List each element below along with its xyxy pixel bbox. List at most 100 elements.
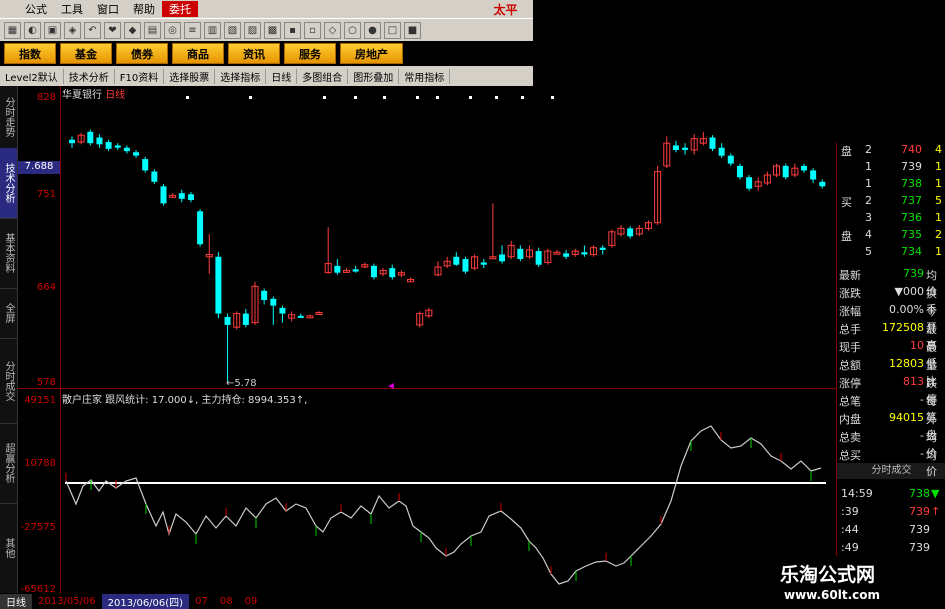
candle-body — [105, 142, 112, 149]
tick-price: 738 — [909, 487, 930, 500]
left-tab[interactable]: 分时成交 — [0, 338, 17, 424]
toolbar-icon[interactable]: ▧ — [224, 21, 241, 39]
nav-button[interactable]: 基金 — [60, 43, 112, 64]
candle-body — [819, 181, 826, 187]
event-marker — [249, 96, 252, 99]
nav-button[interactable]: 商品 — [172, 43, 224, 64]
tick-price: 739 — [909, 523, 930, 536]
toolbar-icon[interactable]: ◆ — [124, 21, 141, 39]
func-item[interactable]: F10资料 — [115, 68, 165, 84]
event-marker — [469, 96, 472, 99]
stat-key: 内盘 — [839, 413, 861, 426]
toolbar-icon[interactable]: ◎ — [164, 21, 181, 39]
nav-button[interactable]: 债券 — [116, 43, 168, 64]
candle-body — [96, 137, 103, 145]
func-item[interactable]: 选择股票 — [164, 68, 216, 84]
toolbar-icon[interactable]: ◐ — [24, 21, 41, 39]
book-volume: 5 — [935, 194, 942, 207]
left-tab[interactable]: 超赢分析 — [0, 423, 17, 504]
left-tab[interactable]: 基本资料 — [0, 218, 17, 289]
book-price: 736 — [901, 211, 922, 224]
stat-value: 0.00% — [889, 303, 924, 316]
stat-key: 总卖 — [839, 431, 861, 444]
current-price-tag: 7.688 — [18, 161, 60, 174]
event-marker — [521, 96, 524, 99]
left-tab[interactable]: 全屏 — [0, 288, 17, 339]
toolbar-icon[interactable]: ○ — [344, 21, 361, 39]
nav-button[interactable]: 服务 — [284, 43, 336, 64]
book-row: 1 739 1 — [837, 160, 945, 177]
nav-button[interactable]: 资讯 — [228, 43, 280, 64]
stat-value: 12803 — [889, 357, 924, 370]
event-marker — [186, 96, 189, 99]
candle-body — [123, 147, 130, 152]
candle-body — [87, 131, 94, 144]
left-tab[interactable]: 技术分析 — [0, 148, 17, 219]
menu-item[interactable]: 工具 — [54, 1, 90, 17]
func-item[interactable]: 选择指标 — [215, 68, 267, 84]
stat-row: 现手 10 最低 — [837, 339, 945, 370]
book-volume: 2 — [935, 228, 942, 241]
candle-body — [197, 211, 204, 245]
price-tick: 664 — [36, 282, 56, 293]
left-tab[interactable]: 分时走势 — [0, 86, 17, 149]
menu-item[interactable]: 帮助 — [126, 1, 162, 17]
func-item[interactable]: 图形叠加 — [348, 68, 400, 84]
stat-value: 10 — [910, 339, 924, 352]
book-row: 买 2 737 5 — [837, 194, 945, 211]
watermark: 乐淘公式网 www.60lt.com — [772, 556, 945, 609]
toolbar-icon[interactable]: ↶ — [84, 21, 101, 39]
toolbar-icon[interactable]: ▤ — [144, 21, 161, 39]
toolbar-icon[interactable]: ◇ — [324, 21, 341, 39]
func-item[interactable]: Level2默认 — [0, 68, 64, 84]
toolbar-icon[interactable]: ▪ — [284, 21, 301, 39]
kline-chart[interactable]: ←5.78 — [61, 86, 836, 593]
tick-price: 739 — [909, 505, 930, 518]
toolbar-icon[interactable]: ≡ — [184, 21, 201, 39]
toolbar-icon[interactable]: ◈ — [64, 21, 81, 39]
toolbar-icon[interactable]: ▫ — [304, 21, 321, 39]
menu-item[interactable]: 公式 — [18, 1, 54, 17]
left-tab[interactable]: 其他 — [0, 503, 17, 594]
book-row: 1 738 1 — [837, 177, 945, 194]
indicator-tick: -27575 — [20, 522, 56, 533]
candle-body — [627, 228, 634, 237]
stat-key: 最新 — [839, 269, 861, 282]
candle-body — [114, 145, 121, 148]
menu-bar: 公式 工具 窗口 帮助 委托 — [0, 0, 533, 18]
toolbar-icon[interactable]: ❤ — [104, 21, 121, 39]
menu-item-active[interactable]: 委托 — [162, 1, 198, 17]
event-marker — [495, 96, 498, 99]
toolbar-icon[interactable]: ▦ — [4, 21, 21, 39]
candle-body — [270, 298, 277, 306]
candle-body — [462, 259, 469, 272]
nav-button[interactable]: 房地产 — [340, 43, 403, 64]
date-bar: 日线 2013/05/06 2013/06/06(四) 07 08 09 — [0, 593, 836, 609]
book-side: 盘 — [841, 230, 852, 243]
toolbar-icon[interactable]: ■ — [404, 21, 421, 39]
func-item[interactable]: 多图组合 — [297, 68, 349, 84]
stat-row: 涨跌 ▼000 换手 — [837, 285, 945, 316]
date-label: 07 — [195, 595, 208, 607]
stat-value: 813 — [903, 375, 924, 388]
toolbar-icon[interactable]: ▣ — [44, 21, 61, 39]
nav-button[interactable]: 指数 — [4, 43, 56, 64]
stat-value: - — [920, 429, 924, 442]
price-tick: 751 — [36, 189, 56, 200]
price-tick: 578 — [36, 377, 56, 388]
stat-value: 172508 — [882, 321, 924, 334]
stat-row: 总笔 - 每笔 — [837, 393, 945, 424]
func-item[interactable]: 技术分析 — [64, 68, 115, 84]
book-level: 1 — [865, 160, 872, 173]
toolbar-icon[interactable]: ▥ — [204, 21, 221, 39]
book-row: 3 736 1 — [837, 211, 945, 228]
toolbar-icon[interactable]: ● — [364, 21, 381, 39]
menu-item[interactable]: 窗口 — [90, 1, 126, 17]
toolbar-icon[interactable]: □ — [384, 21, 401, 39]
toolbar-icon[interactable]: ▩ — [264, 21, 281, 39]
stat-key: 总笔 — [839, 395, 861, 408]
func-item[interactable]: 日线 — [266, 68, 298, 84]
candle-body — [151, 171, 158, 182]
toolbar-icon[interactable]: ▨ — [244, 21, 261, 39]
func-item[interactable]: 常用指标 — [399, 68, 451, 84]
